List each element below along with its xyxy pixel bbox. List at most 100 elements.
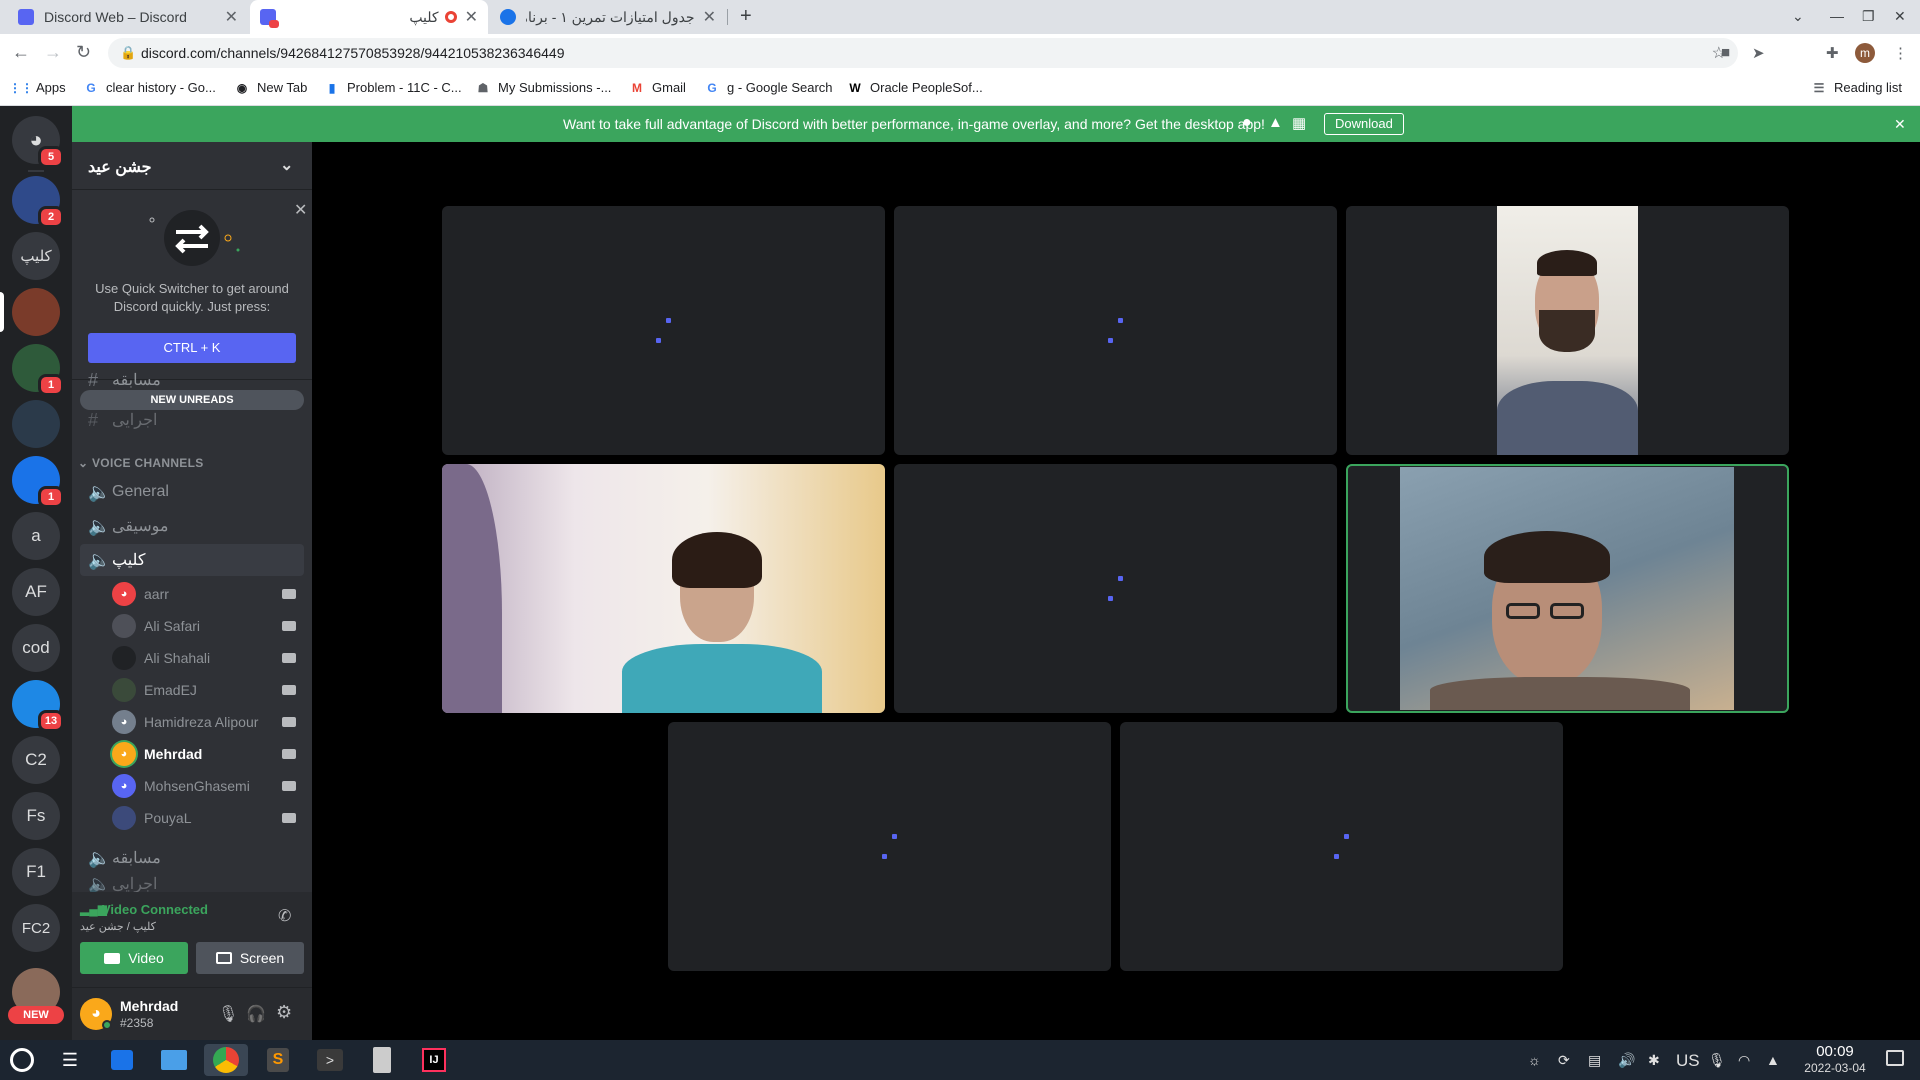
tab-discord-web[interactable]: Discord Web – Discord ✕ (8, 0, 248, 34)
restore-icon[interactable]: ❐ (1862, 8, 1875, 25)
bookmark-item[interactable]: Gg - Google Search (705, 80, 832, 95)
back-icon[interactable]: ← (12, 42, 30, 63)
start-menu-icon[interactable] (0, 1044, 44, 1076)
keyboard-layout[interactable]: US (1676, 1051, 1700, 1071)
server-icon[interactable]: 2 (12, 176, 64, 228)
voice-member[interactable]: PouyaL (112, 804, 304, 832)
bookmark-apps[interactable]: ⋮⋮ Apps (9, 80, 66, 95)
bookmark-item[interactable]: ☗ My Submissions -... (476, 80, 612, 95)
connection-status[interactable]: Video Connected (102, 902, 208, 917)
send-icon[interactable]: ➤ (1752, 44, 1765, 62)
video-tile-speaking[interactable] (1346, 464, 1789, 713)
clock-time[interactable]: 00:09 (1800, 1043, 1870, 1060)
voice-member[interactable]: EmadEJ (112, 676, 304, 704)
bookmark-item[interactable]: ▮ Problem - 11C - C... (325, 80, 462, 95)
store-icon[interactable] (100, 1044, 144, 1076)
voice-channel[interactable]: 🔈 مسابقه (80, 842, 304, 874)
server-icon[interactable]: 13 (12, 680, 64, 732)
voice-member-self[interactable]: ◕ Mehrdad (112, 740, 304, 768)
video-tile-camera[interactable] (1346, 206, 1789, 455)
screen-share-button[interactable]: Screen (196, 942, 304, 974)
profile-avatar[interactable]: m (1855, 43, 1875, 63)
voice-member[interactable]: Ali Safari (112, 612, 304, 640)
server-icon[interactable]: C2 (12, 736, 60, 784)
video-tile-loading[interactable] (442, 206, 885, 455)
tab-search-icon[interactable]: ⌄ (1792, 8, 1804, 25)
server-icon[interactable]: AF (12, 568, 60, 616)
voice-member[interactable]: Ali Shahali (112, 644, 304, 672)
camera-in-use-icon[interactable]: ■ (1721, 44, 1730, 61)
server-icon[interactable]: a (12, 512, 60, 560)
download-button[interactable]: Download (1324, 113, 1404, 135)
reload-icon[interactable]: ↻ (76, 42, 91, 63)
notification-icon[interactable]: ☼ (1528, 1052, 1541, 1068)
voice-channel[interactable]: 🔈 اجرایی (80, 876, 304, 892)
minimize-icon[interactable]: — (1830, 8, 1844, 24)
bluetooth-icon[interactable]: ✱ (1648, 1052, 1660, 1069)
text-channel[interactable]: # اجرایی (80, 404, 304, 436)
server-icon[interactable]: 1 (12, 344, 64, 396)
microphone-icon[interactable]: 🎙 (1708, 1052, 1726, 1069)
video-tile-camera[interactable] (442, 464, 885, 713)
quick-switcher-shortcut-button[interactable]: CTRL + K (88, 333, 296, 363)
voice-member[interactable]: ◕ aarr (112, 580, 304, 608)
server-icon[interactable]: كليپ (12, 232, 60, 280)
extensions-icon[interactable]: ✚ (1826, 44, 1839, 62)
tab-quera[interactable]: جدول امتیازات تمرین ۱ - برنامه‌سا ✕ (490, 0, 726, 34)
close-tab-icon[interactable]: ✕ (703, 7, 716, 27)
home-button[interactable]: ◕ 5 (12, 116, 64, 168)
tab-voice-channel[interactable]: كليپ ✕ (250, 0, 488, 34)
bookmark-item[interactable]: M Gmail (630, 80, 686, 95)
close-icon[interactable]: ✕ (294, 200, 307, 220)
bookmark-item[interactable]: W Oracle PeopleSof... (848, 80, 982, 95)
disconnect-icon[interactable]: ✆ (278, 906, 291, 926)
server-icon[interactable]: cod (12, 624, 60, 672)
reading-list[interactable]: ☰ Reading list (1812, 80, 1902, 95)
file-manager-icon[interactable] (152, 1044, 196, 1076)
close-tab-icon[interactable]: ✕ (465, 7, 478, 27)
voice-channel-selected[interactable]: 🔈 كليپ (80, 544, 304, 576)
update-icon[interactable]: ⟳ (1558, 1052, 1570, 1069)
microphone-icon[interactable]: 🎙 (218, 1004, 238, 1024)
headphones-icon[interactable]: 🎧 (246, 1004, 266, 1024)
intellij-icon[interactable]: IJ (412, 1044, 456, 1076)
voice-member[interactable]: ◕ Hamidreza Alipour (112, 708, 304, 736)
voice-channel[interactable]: 🔈 General (80, 476, 304, 508)
guild-header[interactable]: جشن عید ⌄ (72, 142, 312, 190)
bookmark-item[interactable]: Gclear history - Go... (84, 80, 215, 95)
volume-icon[interactable]: 🔊 (1618, 1052, 1635, 1069)
voice-channel[interactable]: 🔈 موسیقی (80, 510, 304, 542)
server-icon-active[interactable] (12, 288, 60, 336)
chrome-icon[interactable] (204, 1044, 248, 1076)
forward-icon[interactable]: → (44, 42, 62, 63)
task-view-icon[interactable]: ☰ (48, 1044, 92, 1076)
gear-icon[interactable]: ⚙ (276, 1002, 292, 1023)
server-icon[interactable]: 1 (12, 456, 64, 508)
connection-location[interactable]: كليپ / جشن عيد (80, 920, 156, 933)
voice-member[interactable]: ◕ MohsenGhasemi (112, 772, 304, 800)
close-window-icon[interactable]: ✕ (1894, 8, 1906, 25)
server-icon[interactable]: Fs (12, 792, 60, 840)
clipboard-icon[interactable]: ▤ (1588, 1052, 1601, 1069)
server-icon[interactable] (12, 400, 60, 448)
server-icon[interactable]: F1 (12, 848, 60, 896)
text-channel[interactable]: # مسابقه (80, 370, 304, 390)
sublime-text-icon[interactable]: S (256, 1044, 300, 1076)
server-icon[interactable]: FC2 (12, 904, 60, 952)
address-bar[interactable]: 🔒 discord.com/channels/94268412757085392… (108, 38, 1738, 68)
video-tile-loading[interactable] (894, 464, 1337, 713)
video-tile-loading[interactable] (668, 722, 1111, 971)
close-banner-icon[interactable]: ✕ (1894, 116, 1906, 133)
video-tile-loading[interactable] (1120, 722, 1563, 971)
close-tab-icon[interactable]: ✕ (225, 7, 238, 27)
video-button[interactable]: Video (80, 942, 188, 974)
tray-expand-icon[interactable]: ▲ (1766, 1052, 1780, 1068)
voice-channels-header[interactable]: ⌄ VOICE CHANNELS (78, 456, 204, 470)
show-desktop-icon[interactable] (1886, 1050, 1904, 1066)
new-tab-button[interactable]: + (740, 5, 752, 28)
archive-icon[interactable] (360, 1044, 404, 1076)
terminal-icon[interactable]: > (308, 1044, 352, 1076)
video-tile-loading[interactable] (894, 206, 1337, 455)
wifi-icon[interactable]: ◠ (1738, 1052, 1750, 1069)
clock-date[interactable]: 2022-03-04 (1796, 1061, 1874, 1075)
